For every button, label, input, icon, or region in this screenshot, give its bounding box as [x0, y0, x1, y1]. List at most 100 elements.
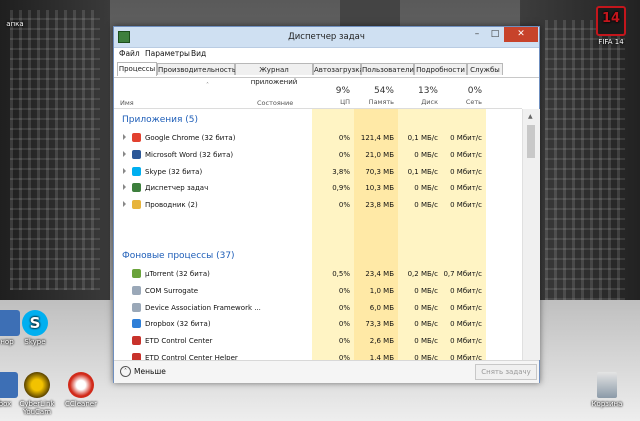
- scrollbar-thumb[interactable]: [527, 125, 535, 158]
- task-manager-window: Диспетчер задач – □ ✕ Файл Параметры Вид…: [113, 26, 540, 383]
- process-cpu: 3,8%: [332, 167, 350, 176]
- desktop-icon-partial[interactable]: нор: [0, 310, 30, 346]
- maximize-button[interactable]: □: [486, 27, 504, 42]
- desktop-icon-fifa[interactable]: 14 FIFA 14: [588, 6, 634, 46]
- expand-arrow-icon[interactable]: [123, 134, 126, 140]
- group-background[interactable]: Фоновые процессы (37): [122, 251, 235, 261]
- column-memory-percent[interactable]: 54%: [354, 86, 394, 96]
- process-memory: 21,0 МБ: [365, 150, 394, 159]
- fewer-details-link[interactable]: Меньше: [134, 367, 166, 376]
- process-name: Dropbox (32 бита): [145, 320, 211, 329]
- word-icon: [132, 149, 141, 159]
- title-bar[interactable]: Диспетчер задач – □ ✕: [114, 27, 539, 48]
- tab-app-history[interactable]: Журнал приложений: [235, 63, 313, 86]
- close-button[interactable]: ✕: [504, 27, 538, 42]
- column-cpu-percent[interactable]: 9%: [312, 86, 350, 96]
- desktop-icon-recycle-bin[interactable]: Корзина: [584, 372, 630, 408]
- desktop-icon-label: box: [0, 400, 12, 408]
- table-row[interactable]: Device Association Framework ... 0% 6,0 МБ…: [114, 300, 522, 316]
- app-icon: [0, 310, 20, 336]
- process-network: 0 Мбит/с: [450, 134, 482, 142]
- table-row[interactable]: ETD Control Center 0% 2,6 МБ 0 МБ/с 0 Мбит/с: [114, 333, 522, 349]
- process-disk: 0,1 МБ/с: [407, 134, 438, 142]
- process-name: Microsoft Word (32 бита): [145, 150, 234, 159]
- column-disk[interactable]: Диск: [398, 98, 438, 106]
- process-name: Проводник (2): [145, 201, 198, 210]
- process-memory: 10,3 МБ: [365, 184, 394, 193]
- process-memory: 23,8 МБ: [365, 201, 394, 210]
- process-network: 0 Мбит/с: [450, 286, 482, 295]
- column-cpu[interactable]: ЦП: [312, 98, 350, 106]
- process-memory: 1,0 МБ: [369, 286, 394, 295]
- minimize-button[interactable]: –: [468, 27, 486, 42]
- processes-table: ˄ Имя Состояние 9% ЦП 54% Память 13% Дис…: [114, 77, 540, 360]
- process-cpu: 0%: [338, 134, 350, 142]
- scrollbar[interactable]: ▲: [522, 109, 540, 360]
- menu-options[interactable]: Параметры: [145, 49, 190, 58]
- generic-process-icon: [132, 302, 141, 312]
- group-apps[interactable]: Приложения (5): [122, 115, 198, 125]
- table-row[interactable]: µTorrent (32 бита) 0,5% 23,4 МБ 0,2 МБ/с 0,7…: [114, 266, 522, 282]
- table-row[interactable]: Диспетчер задач 0,9% 10,3 МБ 0 МБ/с 0 Мбит/с: [114, 180, 522, 196]
- process-network: 0 Мбит/с: [450, 320, 482, 329]
- recycle-bin-icon: [597, 372, 617, 398]
- utorrent-icon: [132, 269, 141, 278]
- process-disk: 0 МБ/с: [414, 184, 438, 193]
- tab-processes[interactable]: Процессы: [117, 62, 157, 76]
- process-network: 0 Мбит/с: [450, 167, 482, 176]
- table-row[interactable]: ETD Control Center Helper 0% 1,4 МБ 0 МБ/с 0…: [114, 350, 522, 360]
- process-cpu: 0%: [338, 150, 350, 159]
- menu-file[interactable]: Файл: [119, 49, 140, 58]
- column-status[interactable]: Состояние: [257, 99, 293, 107]
- tab-services[interactable]: Службы: [467, 63, 503, 75]
- menu-view[interactable]: Вид: [191, 49, 206, 58]
- desktop-icon-dropbox[interactable]: box: [0, 372, 28, 408]
- sort-indicator-icon: ˄: [206, 82, 209, 89]
- expand-arrow-icon[interactable]: [123, 184, 126, 191]
- building-windows: [10, 10, 100, 290]
- end-task-button[interactable]: Снять задачу: [475, 364, 537, 380]
- table-row[interactable]: Skype (32 бита) 3,8% 70,3 МБ 0,1 МБ/с 0 Мбит…: [114, 164, 522, 180]
- table-row[interactable]: Microsoft Word (32 бита) 0% 21,0 МБ 0 МБ/с 0…: [114, 147, 522, 163]
- process-disk: 0 МБ/с: [414, 286, 438, 295]
- table-row[interactable]: Google Chrome (32 бита) 0% 121,4 МБ 0,1 МБ/…: [114, 130, 522, 146]
- process-memory: 70,3 МБ: [365, 167, 394, 176]
- ccleaner-icon: [68, 372, 94, 398]
- table-row[interactable]: Проводник (2) 0% 23,8 МБ 0 МБ/с 0 Мбит/с: [114, 197, 522, 213]
- scroll-up-icon[interactable]: ▲: [528, 113, 533, 120]
- etd-icon: [132, 336, 141, 346]
- process-network: 0 Мбит/с: [450, 150, 482, 159]
- expand-arrow-icon[interactable]: [123, 167, 126, 174]
- tab-startup[interactable]: Автозагрузка: [313, 63, 364, 75]
- process-network: 0 Мбит/с: [450, 184, 482, 193]
- process-disk: 0 МБ/с: [414, 337, 438, 346]
- process-disk: 0,1 МБ/с: [407, 167, 438, 176]
- table-row[interactable]: Dropbox (32 бита) 0% 73,3 МБ 0 МБ/с 0 Мбит/с: [114, 316, 522, 332]
- column-network[interactable]: Сеть: [442, 98, 482, 106]
- task-manager-icon: [132, 183, 141, 193]
- chevron-up-icon[interactable]: ˄: [120, 366, 131, 377]
- process-rows: Приложения (5) Фоновые процессы (37) Goo…: [114, 109, 522, 360]
- column-network-percent[interactable]: 0%: [442, 86, 482, 96]
- process-name: Диспетчер задач: [145, 184, 209, 193]
- process-memory: 23,4 МБ: [365, 270, 394, 278]
- tab-users[interactable]: Пользователи: [361, 63, 414, 75]
- tab-details[interactable]: Подробности: [414, 63, 467, 75]
- expand-arrow-icon[interactable]: [123, 150, 126, 157]
- tab-performance[interactable]: Производительность: [157, 63, 236, 75]
- process-disk: 0,2 МБ/с: [407, 270, 438, 278]
- process-cpu: 0,9%: [332, 184, 350, 193]
- column-memory[interactable]: Память: [354, 98, 394, 106]
- process-cpu: 0%: [338, 337, 350, 346]
- desktop-icon-folder[interactable]: апка: [0, 20, 38, 28]
- expand-arrow-icon[interactable]: [123, 201, 126, 208]
- column-name[interactable]: Имя: [120, 99, 134, 107]
- process-name: COM Surrogate: [145, 286, 199, 295]
- desktop-icon-ccleaner[interactable]: CCleaner: [58, 372, 104, 408]
- process-name: Device Association Framework ...: [145, 303, 261, 312]
- table-row[interactable]: COM Surrogate 0% 1,0 МБ 0 МБ/с 0 Мбит/с: [114, 283, 522, 299]
- app-icon: [0, 372, 18, 398]
- menu-bar: Файл Параметры Вид: [114, 48, 539, 60]
- process-network: 0 Мбит/с: [450, 303, 482, 312]
- column-disk-percent[interactable]: 13%: [398, 86, 438, 96]
